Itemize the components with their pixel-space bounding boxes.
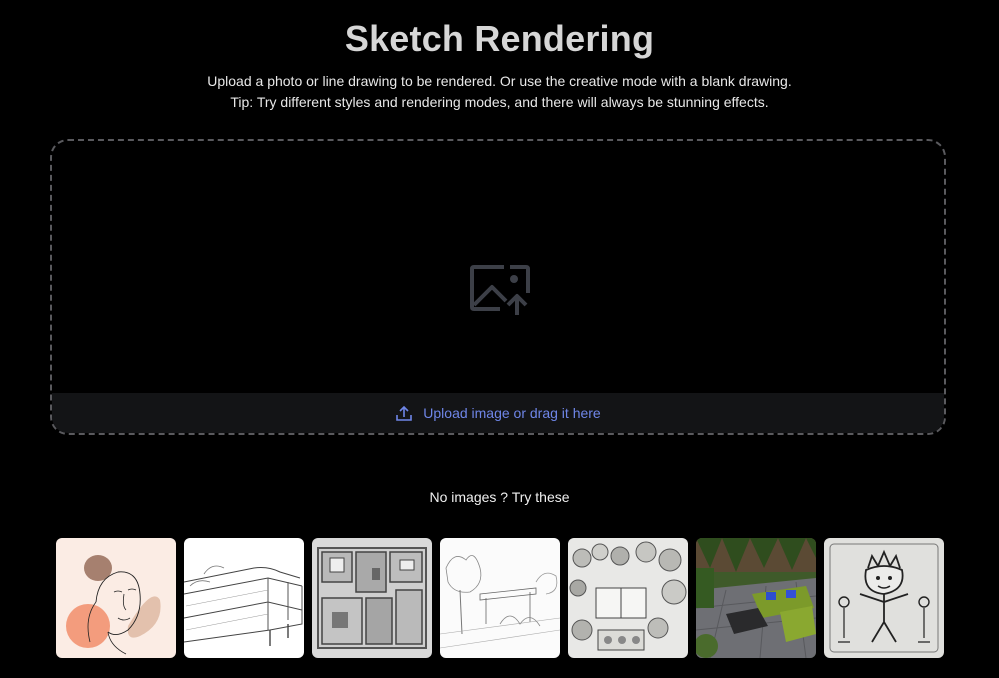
page: Sketch Rendering Upload a photo or line … <box>0 0 999 678</box>
sample-line-art-portrait[interactable] <box>56 538 176 658</box>
sample-patio-photo[interactable] <box>696 538 816 658</box>
sample-sofa-sketch[interactable] <box>184 538 304 658</box>
sample-doodle-character[interactable] <box>824 538 944 658</box>
subtitle-tip: Tip: Try different styles and rendering … <box>230 94 769 110</box>
upload-dropzone[interactable]: Upload image or drag it here <box>50 139 946 435</box>
sample-floor-plan-sketch[interactable] <box>312 538 432 658</box>
sample-garden-perspective-sketch[interactable] <box>440 538 560 658</box>
page-title: Sketch Rendering <box>344 18 655 59</box>
sample-landscape-plan-sketch[interactable] <box>568 538 688 658</box>
upload-arrow-icon <box>396 405 413 421</box>
upload-label: Upload image or drag it here <box>423 405 601 421</box>
subtitle-instructions: Upload a photo or line drawing to be ren… <box>207 73 792 89</box>
upload-bar[interactable]: Upload image or drag it here <box>52 393 944 433</box>
image-upload-icon <box>470 265 530 315</box>
sample-gallery <box>56 538 944 658</box>
sample-prompt-label: No images ? Try these <box>429 489 570 505</box>
